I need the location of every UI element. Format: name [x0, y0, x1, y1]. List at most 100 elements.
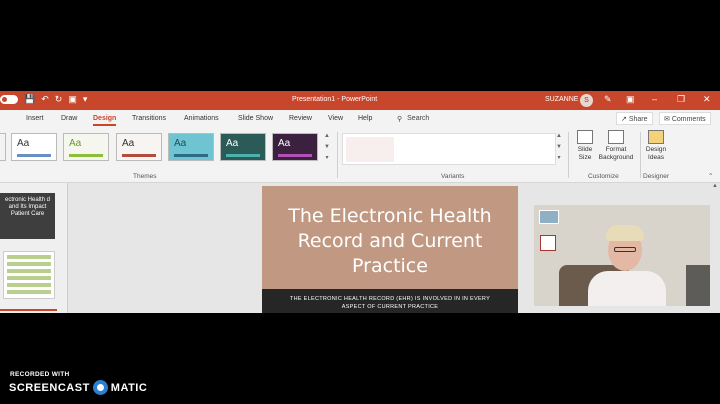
theme-color-bar — [174, 154, 208, 157]
slide-subtitle[interactable]: THE ELECTRONIC HEALTH RECORD (EHR) IS IN… — [262, 289, 518, 313]
theme-color-bar — [226, 154, 260, 157]
close-icon[interactable]: ✕ — [703, 94, 711, 105]
chevron-up-icon[interactable]: ▲ — [323, 131, 331, 142]
restore-icon[interactable]: ❐ — [677, 94, 685, 105]
logo-text-right: MATIC — [110, 381, 148, 394]
avatar[interactable]: S — [580, 94, 593, 107]
slide-thumbnail-selected[interactable] — [0, 309, 57, 313]
themes-gallery-scroll[interactable]: ▲ ▼ ▾ — [323, 131, 331, 165]
thumbnail-row — [7, 283, 51, 287]
wall-picture — [539, 210, 559, 224]
watermark-caption: RECORDED WITH — [10, 371, 70, 378]
theme-thumbnail[interactable]: Aa — [220, 133, 266, 161]
user-name[interactable]: SUZANNE — [545, 96, 578, 103]
slide-thumbnail-text: ectronic Health d and Its Impact Patient… — [4, 197, 51, 217]
share-label: Share — [628, 116, 648, 123]
thumbnail-row — [7, 262, 51, 266]
theme-aa: Aa — [174, 138, 187, 149]
slide-size-icon — [577, 130, 593, 144]
presenter-glasses — [614, 247, 636, 252]
design-ideas-button[interactable]: Design Ideas — [644, 130, 668, 162]
presenter-hair — [606, 225, 644, 241]
tab-review[interactable]: Review — [289, 115, 312, 122]
thumbnail-row — [7, 290, 51, 294]
tab-transitions[interactable]: Transitions — [132, 115, 166, 122]
theme-thumbnail[interactable]: Aa — [63, 133, 109, 161]
comments-button[interactable]: ✉ Comments — [659, 112, 711, 125]
wall-sign — [540, 235, 556, 251]
theme-thumbnail[interactable]: Aa — [272, 133, 318, 161]
tab-insert[interactable]: Insert — [26, 115, 44, 122]
customize-group-label: Customize — [588, 173, 619, 180]
theme-partial[interactable] — [0, 133, 6, 161]
slide-canvas[interactable]: The Electronic Health Record and Current… — [262, 186, 518, 313]
comments-label: Comments — [671, 116, 706, 123]
share-button[interactable]: ↗ Share — [616, 112, 653, 125]
more-icon[interactable]: ▾ — [555, 153, 563, 164]
theme-thumbnail[interactable]: Aa — [11, 133, 57, 161]
divider — [568, 132, 569, 178]
title-bar: 💾 ↶ ↻ ▣ ▾ Presentation1 - PowerPoint SUZ… — [0, 91, 720, 110]
theme-thumbnail[interactable]: Aa — [168, 133, 214, 161]
logo-text-left: SCREENCAST — [9, 381, 90, 394]
ribbon-tabs: Insert Draw Design Transitions Animation… — [0, 110, 720, 128]
themes-group-label: Themes — [133, 173, 157, 180]
theme-color-bar — [278, 154, 312, 157]
share-icon: ↗ — [621, 116, 629, 123]
theme-thumbnail[interactable]: Aa — [116, 133, 162, 161]
logo-dot-icon — [92, 380, 108, 395]
variant-swatch[interactable] — [346, 137, 394, 162]
slide-size-button[interactable]: Slide Size — [572, 130, 598, 162]
design-ideas-icon — [648, 130, 664, 144]
scroll-up-icon[interactable]: ▲ — [710, 183, 720, 189]
ribbon: Aa Aa Aa Aa Aa Aa ▲ ▼ ▾ Themes ▲ ▼ ▾ Var… — [0, 128, 720, 183]
slide-thumbnails-pane: ectronic Health d and Its Impact Patient… — [0, 183, 68, 313]
tab-help[interactable]: Help — [358, 115, 372, 122]
tab-animations[interactable]: Animations — [184, 115, 219, 122]
screencast-matic-logo: SCREENCAST MATIC — [9, 380, 147, 395]
divider — [337, 132, 338, 178]
editing-workspace: ectronic Health d and Its Impact Patient… — [0, 183, 720, 313]
slide-title[interactable]: The Electronic Health Record and Current… — [262, 204, 518, 279]
theme-aa: Aa — [122, 138, 135, 149]
variants-group-label: Variants — [441, 173, 465, 180]
chevron-down-icon[interactable]: ▼ — [555, 142, 563, 153]
pen-icon[interactable]: ✎ — [604, 94, 612, 105]
search-box[interactable]: ⚲ Search — [397, 115, 429, 123]
customize-icon[interactable]: ▾ — [83, 94, 88, 105]
variants-gallery-scroll[interactable]: ▲ ▼ ▾ — [555, 131, 563, 165]
theme-color-bar — [17, 154, 51, 157]
autosave-toggle[interactable] — [0, 95, 18, 104]
slide-size-label: Slide Size — [577, 146, 593, 161]
tab-slide-show[interactable]: Slide Show — [238, 115, 273, 122]
undo-icon[interactable]: ↶ — [41, 94, 49, 105]
redo-icon[interactable]: ↻ — [55, 94, 63, 105]
slide-thumbnail[interactable]: ectronic Health d and Its Impact Patient… — [0, 193, 55, 239]
variants-gallery[interactable] — [342, 133, 556, 165]
quick-access-toolbar: 💾 ↶ ↻ ▣ ▾ — [0, 94, 87, 105]
comment-icon: ✉ — [664, 116, 672, 123]
slide-thumbnail[interactable] — [3, 251, 55, 299]
document-title: Presentation1 - PowerPoint — [292, 96, 378, 103]
webcam-overlay — [534, 205, 716, 306]
tab-view[interactable]: View — [328, 115, 343, 122]
ribbon-display-icon[interactable]: ▣ — [626, 94, 635, 105]
collapse-ribbon-icon[interactable]: ⌃ — [708, 172, 713, 180]
search-icon: ⚲ — [397, 116, 403, 123]
vertical-scrollbar[interactable]: ▲ — [710, 183, 720, 313]
minimize-icon[interactable]: – — [652, 94, 657, 105]
search-label: Search — [407, 115, 430, 122]
theme-aa: Aa — [278, 138, 291, 149]
theme-aa: Aa — [17, 138, 30, 149]
designer-group-label: Designer — [643, 173, 670, 180]
more-icon[interactable]: ▾ — [323, 153, 331, 164]
chevron-down-icon[interactable]: ▼ — [323, 142, 331, 153]
thumbnail-row — [7, 255, 51, 259]
save-icon[interactable]: 💾 — [24, 94, 35, 105]
format-background-button[interactable]: Format Background — [598, 130, 634, 162]
tab-draw[interactable]: Draw — [61, 115, 77, 122]
theme-color-bar — [69, 154, 103, 157]
present-icon[interactable]: ▣ — [68, 94, 77, 105]
chevron-up-icon[interactable]: ▲ — [555, 131, 563, 142]
tab-design[interactable]: Design — [93, 115, 117, 126]
